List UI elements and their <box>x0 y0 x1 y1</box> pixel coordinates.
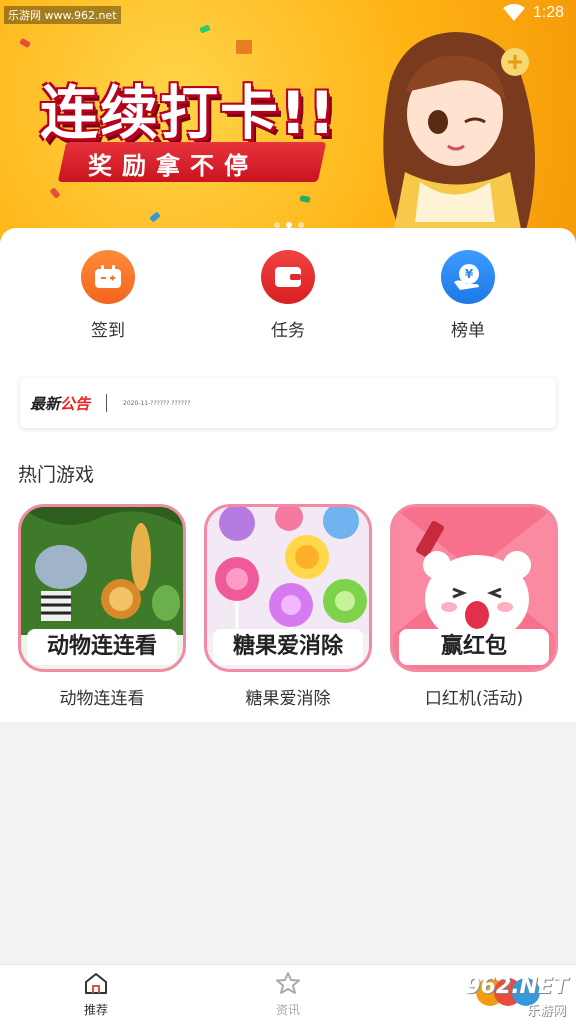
main-card: 签到 任务 ¥ 榜单 最新公告 2020-11-?????? ?????? 热门… <box>0 228 576 722</box>
quick-action-label: 任务 <box>271 321 305 341</box>
quick-action-tasks[interactable]: 任务 <box>228 250 348 341</box>
banner-title: 连续打卡!! <box>40 79 337 147</box>
status-time: 1:28 <box>532 4 564 21</box>
quick-action-ranking[interactable]: ¥ 榜单 <box>408 250 528 341</box>
quick-action-signin[interactable]: 签到 <box>48 250 168 341</box>
game-label: 口红机(活动) <box>424 689 524 709</box>
nav-label: 推荐 <box>83 1003 108 1017</box>
candy-art <box>207 507 369 635</box>
wallet-icon <box>261 250 315 304</box>
confetti <box>199 24 211 34</box>
confetti <box>19 37 31 49</box>
announcement-text: 2020-11-?????? ?????? <box>123 399 191 407</box>
status-bar: 1:28 <box>502 4 564 22</box>
corner-watermark-text: 962.NET <box>465 974 568 999</box>
animal-art <box>21 507 183 635</box>
banner-subtitle: 奖励拿不停 <box>88 152 258 180</box>
yen-coin-icon: ¥ <box>441 250 495 304</box>
game-label: 糖果爱消除 <box>245 689 331 709</box>
status-watermark: 乐游网 www.962.net <box>4 6 121 24</box>
game-thumbnail: 赢红包 <box>390 504 558 672</box>
announcement-bar[interactable]: 最新公告 2020-11-?????? ?????? <box>20 378 556 428</box>
home-icon <box>85 973 107 994</box>
wifi-icon <box>502 4 525 21</box>
nav-item-news[interactable]: 资讯 <box>248 971 328 1018</box>
quick-action-label: 签到 <box>91 321 125 341</box>
announcement-tag-black: 最新 <box>30 394 61 413</box>
game-card-candy-crush[interactable]: 糖果爱消除 糖果爱消除 <box>204 504 372 709</box>
calendar-icon <box>81 250 135 304</box>
section-title-hot-games: 热门游戏 <box>18 464 95 486</box>
confetti <box>49 187 61 199</box>
confetti <box>299 195 311 203</box>
svg-text:¥: ¥ <box>465 267 474 281</box>
game-label: 动物连连看 <box>59 689 145 709</box>
nav-item-recommend[interactable]: 推荐 <box>56 971 136 1018</box>
banner-carousel[interactable]: 乐游网 www.962.net 1:28 连续打卡!! 奖励拿不停 <box>0 0 576 250</box>
game-thumbnail-title: 糖果爱消除 <box>213 629 363 665</box>
game-thumbnail: 动物连连看 <box>18 504 186 672</box>
announcement-tag-red: 公告 <box>60 394 91 413</box>
game-thumbnail: 糖果爱消除 <box>204 504 372 672</box>
corner-watermark-sub: 乐游网 <box>526 1004 566 1019</box>
announcement-tag: 最新公告 <box>30 393 90 414</box>
quick-action-label: 榜单 <box>451 321 485 341</box>
game-card-lipstick[interactable]: 赢红包 口红机(活动) <box>390 504 558 709</box>
star-icon <box>276 972 300 994</box>
game-thumbnail-title: 动物连连看 <box>27 629 177 665</box>
divider <box>106 394 108 412</box>
nav-label: 资讯 <box>275 1003 300 1017</box>
confetti <box>236 40 252 54</box>
game-thumbnail-title: 赢红包 <box>399 629 549 665</box>
character-illustration <box>383 32 535 250</box>
confetti <box>149 211 161 223</box>
bear-art <box>393 507 555 635</box>
game-card-animal-match[interactable]: 动物连连看 动物连连看 <box>18 504 186 709</box>
